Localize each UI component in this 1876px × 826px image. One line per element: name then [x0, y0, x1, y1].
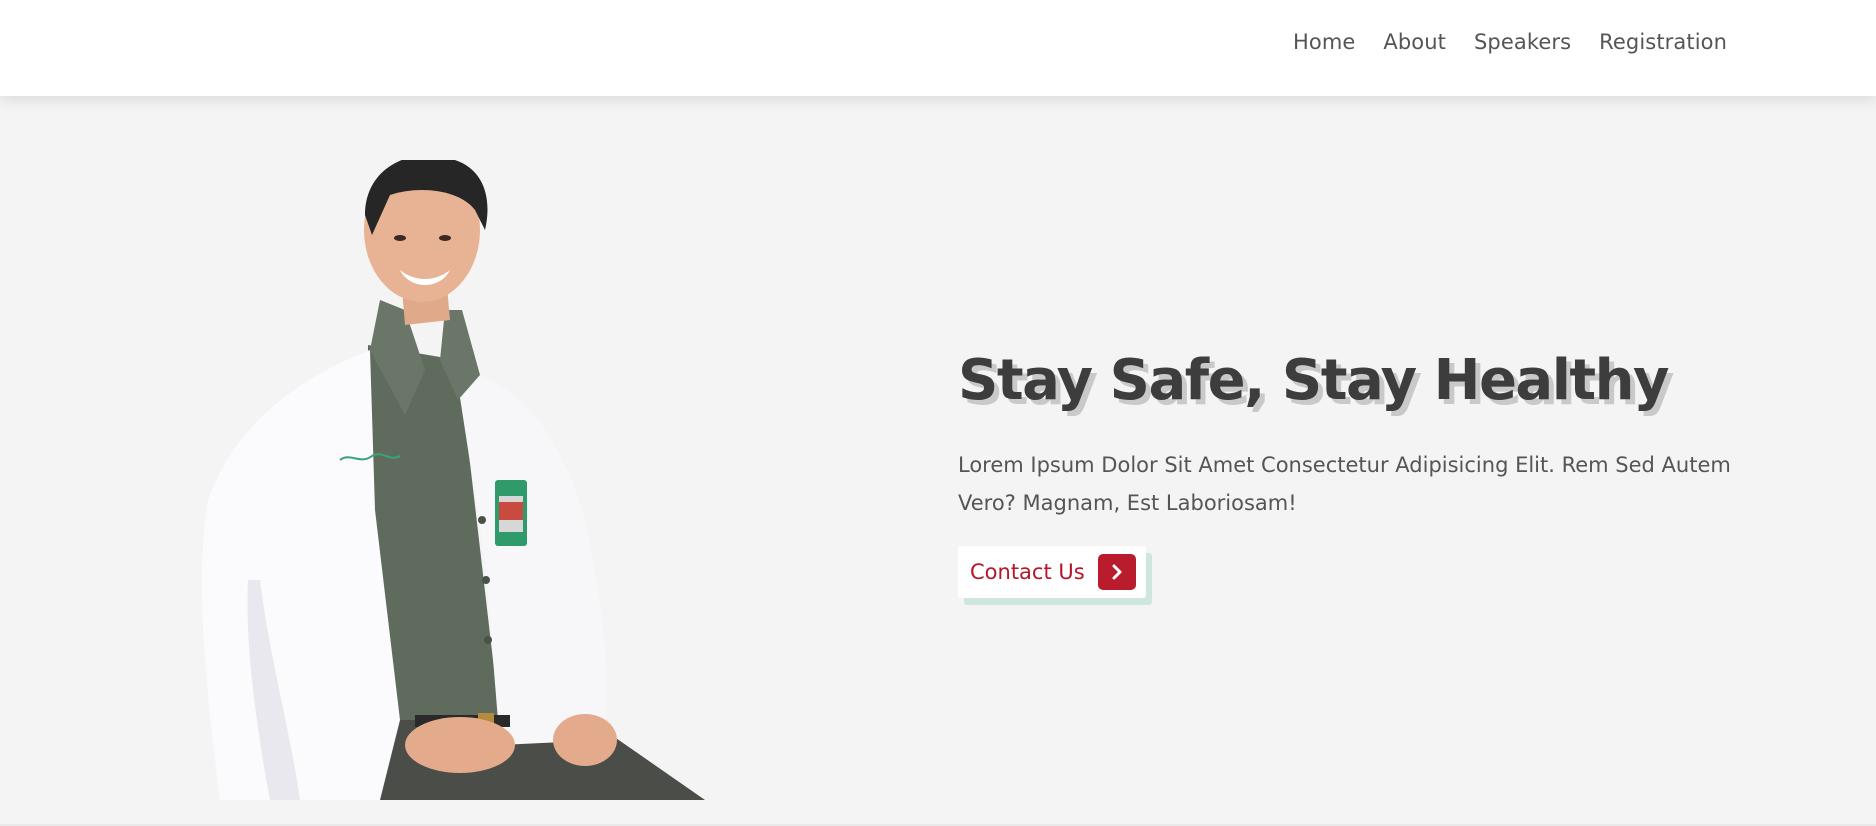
main-nav: Home About Speakers Registration [1293, 30, 1727, 54]
nav-speakers-link[interactable]: Speakers [1474, 30, 1571, 54]
contact-us-label: Contact Us [970, 560, 1085, 584]
nav-registration-link[interactable]: Registration [1599, 30, 1727, 54]
nav-home-link[interactable]: Home [1293, 30, 1355, 54]
contact-us-button[interactable]: Contact Us [958, 546, 1146, 598]
top-navbar: Home About Speakers Registration [0, 0, 1876, 96]
nav-about-link[interactable]: About [1383, 30, 1446, 54]
hero-title: Stay Safe, Stay Healthy [958, 348, 1670, 413]
hero-description: Lorem Ipsum Dolor Sit Amet Consectetur A… [958, 453, 1731, 515]
doctor-portrait-image [201, 160, 705, 800]
chevron-right-icon [1098, 554, 1136, 590]
